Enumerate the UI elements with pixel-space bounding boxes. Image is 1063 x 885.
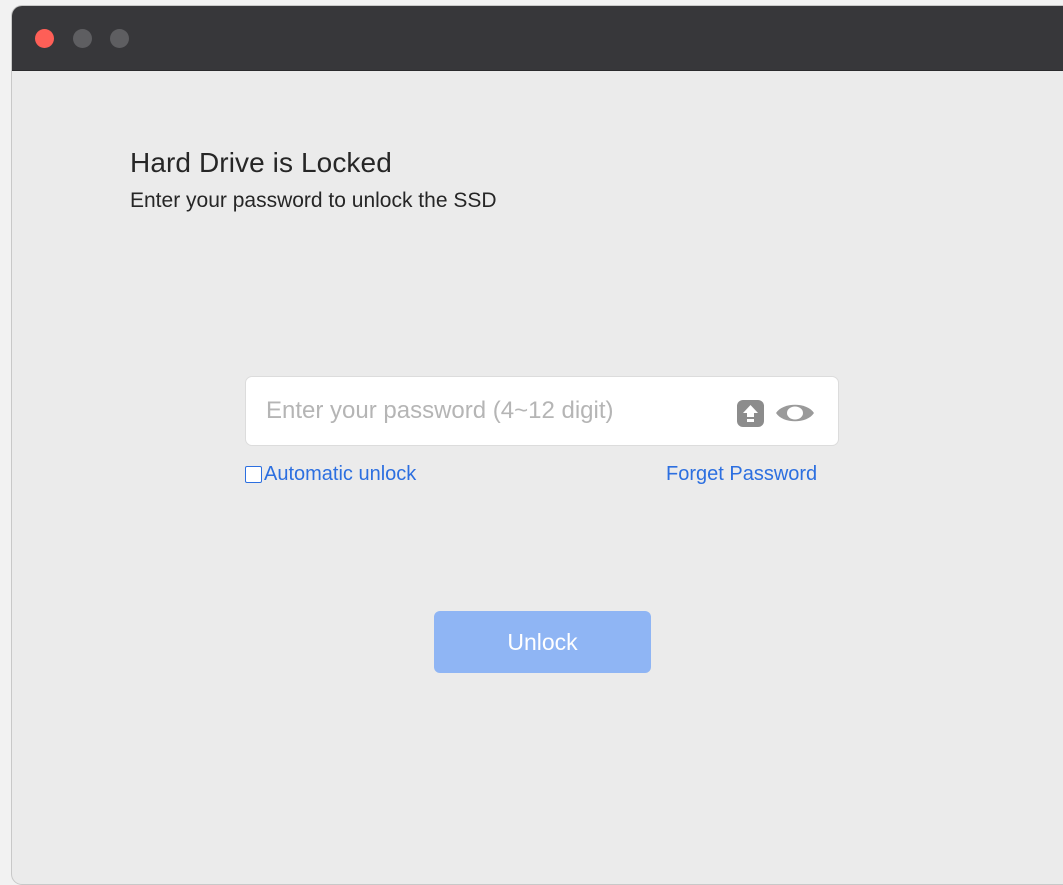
password-input[interactable] <box>266 377 716 445</box>
maximize-window-button[interactable] <box>110 29 129 48</box>
unlock-button[interactable]: Unlock <box>434 611 651 673</box>
minimize-window-button[interactable] <box>73 29 92 48</box>
caps-lock-icon <box>737 400 764 427</box>
page-subtitle: Enter your password to unlock the SSD <box>130 189 497 212</box>
automatic-unlock-label[interactable]: Automatic unlock <box>264 463 416 486</box>
automatic-unlock-option[interactable]: Automatic unlock <box>245 461 416 487</box>
automatic-unlock-checkbox[interactable] <box>245 465 262 483</box>
page-title: Hard Drive is Locked <box>130 147 392 178</box>
unlock-window: Hard Drive is Locked Enter your password… <box>12 6 1063 884</box>
password-field <box>245 376 839 446</box>
title-bar <box>12 6 1063 71</box>
forget-password-link[interactable]: Forget Password <box>666 461 817 487</box>
eye-icon[interactable] <box>774 400 816 426</box>
close-window-button[interactable] <box>35 29 54 48</box>
